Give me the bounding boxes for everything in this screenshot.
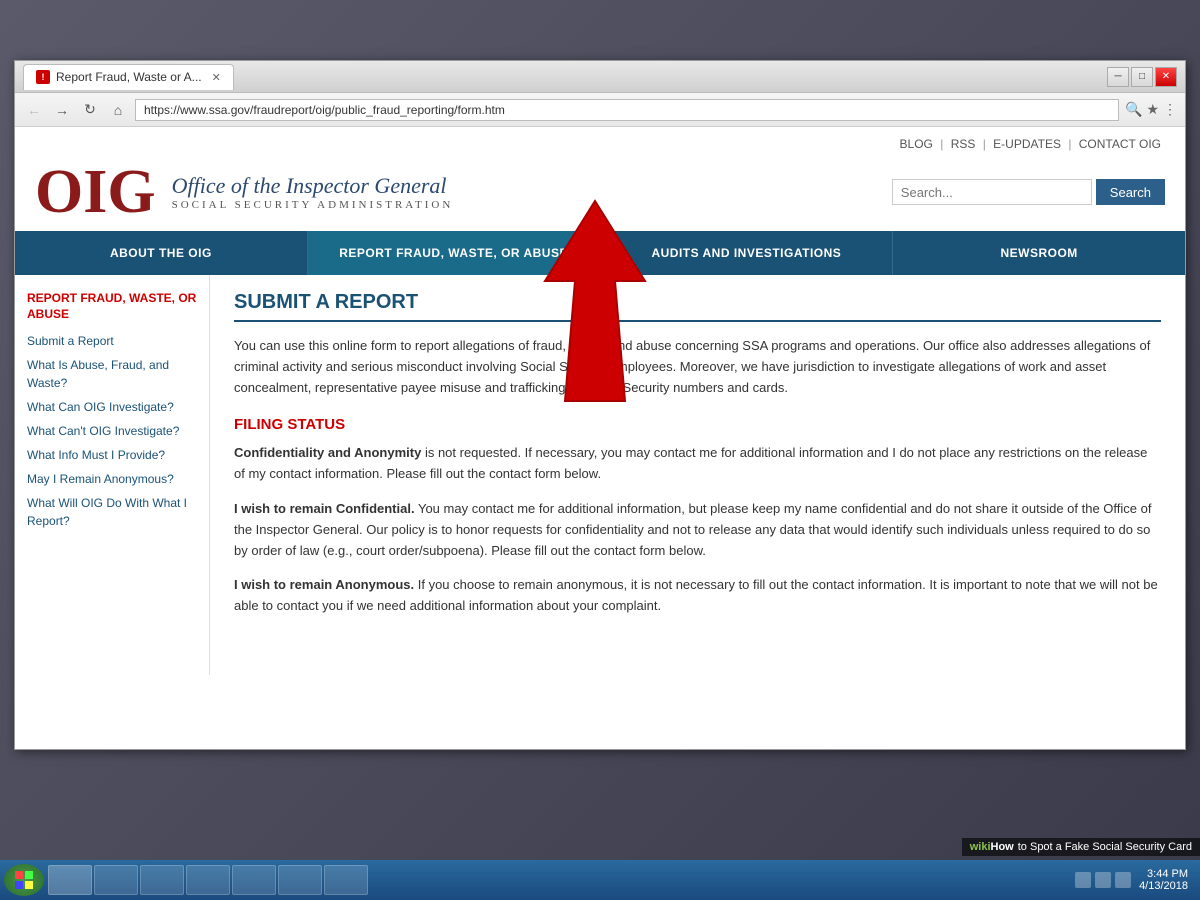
sidebar-info-link[interactable]: What Info Must I Provide? [27,448,165,462]
tray-icons [1075,872,1131,888]
tray-icon-network [1075,872,1091,888]
browser-tab[interactable]: ! Report Fraud, Waste or A... ✕ [23,64,234,90]
minimize-button[interactable]: ─ [1107,67,1129,87]
back-button[interactable]: ← [23,99,45,121]
list-item: What Can't OIG Investigate? [27,422,197,440]
start-button[interactable] [4,864,44,896]
search-area: Search [892,179,1165,205]
wikihow-title: to Spot a Fake Social Security Card [1018,841,1192,853]
sidebar-links: Submit a Report What Is Abuse, Fraud, an… [27,332,197,530]
website-content: BLOG | RSS | E-UPDATES | CONTACT OIG OIG… [15,127,1185,749]
para-remain-confidential: I wish to remain Confidential. You may c… [234,499,1161,561]
taskbar-item[interactable] [94,865,138,895]
taskbar-item[interactable] [232,865,276,895]
sidebar: REPORT FRAUD, WASTE, OR ABUSE Submit a R… [15,275,210,675]
desktop: ! Report Fraud, Waste or A... ✕ ─ □ ✕ ← … [0,0,1200,900]
para1-label: Confidentiality and Anonymity [234,445,421,460]
nav-newsroom[interactable]: NEWSROOM [893,231,1185,275]
wiki-prefix: wiki [970,841,991,853]
sidebar-oigdo-link[interactable]: What Will OIG Do With What I Report? [27,496,187,528]
forward-button[interactable]: → [51,99,73,121]
window-controls: ─ □ ✕ [1107,67,1177,87]
filing-status-heading: FILING STATUS [234,416,1161,433]
clock-date: 4/13/2018 [1139,880,1188,892]
top-links: BLOG | RSS | E-UPDATES | CONTACT OIG [35,137,1165,151]
nav-report[interactable]: REPORT FRAUD, WASTE, OR ABUSE [308,231,601,275]
list-item: May I Remain Anonymous? [27,470,197,488]
separator-1: | [940,137,946,151]
nav-about[interactable]: ABOUT THE OIG [15,231,308,275]
windows-logo-icon [14,870,34,890]
menu-icon[interactable]: ⋮ [1163,101,1177,118]
para3-label: I wish to remain Anonymous. [234,577,414,592]
tab-close-button[interactable]: ✕ [212,71,221,84]
list-item: What Can OIG Investigate? [27,398,197,416]
wikihow-watermark: wikiHow to Spot a Fake Social Security C… [962,838,1200,856]
nav-audits[interactable]: AUDITS AND INVESTIGATIONS [601,231,894,275]
system-tray: 3:44 PM 4/13/2018 [1067,868,1196,892]
eupdates-link[interactable]: E-UPDATES [993,137,1061,151]
header-main: OIG Office of the Inspector General SOCI… [35,161,1165,223]
address-input[interactable] [135,99,1119,121]
intro-text: You can use this online form to report a… [234,336,1161,398]
contact-link[interactable]: CONTACT OIG [1079,137,1161,151]
list-item: What Is Abuse, Fraud, and Waste? [27,356,197,392]
para-confidentiality: Confidentiality and Anonymity is not req… [234,443,1161,485]
oig-logo: OIG [35,161,156,223]
separator-3: | [1068,137,1074,151]
address-bar: ← → ↻ ⌂ 🔍 ★ ⋮ [15,93,1185,127]
tray-icon-volume [1095,872,1111,888]
oig-title-text: Office of the Inspector General SOCIAL S… [172,173,454,211]
oig-main-title: Office of the Inspector General [172,173,454,199]
reload-button[interactable]: ↻ [79,99,101,121]
taskbar-item[interactable] [186,865,230,895]
list-item: Submit a Report [27,332,197,350]
oig-sub-title: SOCIAL SECURITY ADMINISTRATION [172,199,454,211]
sidebar-investigate-link[interactable]: What Can OIG Investigate? [27,400,174,414]
list-item: What Will OIG Do With What I Report? [27,494,197,530]
para-remain-anonymous: I wish to remain Anonymous. If you choos… [234,575,1161,617]
sidebar-cantinvestigate-link[interactable]: What Can't OIG Investigate? [27,424,179,438]
tray-icon-battery [1115,872,1131,888]
wiki-how-text: How [991,841,1014,853]
address-icons: 🔍 ★ ⋮ [1125,101,1177,118]
oig-logo-area: OIG Office of the Inspector General SOCI… [35,161,453,223]
sidebar-anonymous-link[interactable]: May I Remain Anonymous? [27,472,174,486]
search-button[interactable]: Search [1096,179,1165,205]
title-bar: ! Report Fraud, Waste or A... ✕ ─ □ ✕ [15,61,1185,93]
sidebar-abuse-link[interactable]: What Is Abuse, Fraud, and Waste? [27,358,169,390]
taskbar-items [48,865,1067,895]
taskbar: 3:44 PM 4/13/2018 [0,860,1200,900]
rss-link[interactable]: RSS [951,137,976,151]
wiki-logo-text: wikiHow [970,841,1014,853]
sidebar-submit-link[interactable]: Submit a Report [27,334,114,348]
sidebar-heading: REPORT FRAUD, WASTE, OR ABUSE [27,291,197,322]
tab-favicon: ! [36,70,50,84]
page-title: SUBMIT A REPORT [234,291,1161,322]
maximize-button[interactable]: □ [1131,67,1153,87]
nav-bar: ABOUT THE OIG REPORT FRAUD, WASTE, OR AB… [15,231,1185,275]
separator-2: | [983,137,989,151]
zoom-icon[interactable]: 🔍 [1125,101,1142,118]
content-area: REPORT FRAUD, WASTE, OR ABUSE Submit a R… [15,275,1185,675]
main-content: SUBMIT A REPORT You can use this online … [210,275,1185,675]
close-button[interactable]: ✕ [1155,67,1177,87]
taskbar-item[interactable] [324,865,368,895]
search-input[interactable] [892,179,1092,205]
home-button[interactable]: ⌂ [107,99,129,121]
blog-link[interactable]: BLOG [900,137,933,151]
browser-window: ! Report Fraud, Waste or A... ✕ ─ □ ✕ ← … [14,60,1186,750]
list-item: What Info Must I Provide? [27,446,197,464]
taskbar-item[interactable] [48,865,92,895]
bookmark-icon[interactable]: ★ [1146,101,1159,118]
clock-time: 3:44 PM [1139,868,1188,880]
time-display: 3:44 PM 4/13/2018 [1139,868,1188,892]
oig-header: BLOG | RSS | E-UPDATES | CONTACT OIG OIG… [15,127,1185,231]
para2-label: I wish to remain Confidential. [234,501,415,516]
taskbar-item[interactable] [140,865,184,895]
taskbar-item[interactable] [278,865,322,895]
tab-title: Report Fraud, Waste or A... [56,70,202,84]
